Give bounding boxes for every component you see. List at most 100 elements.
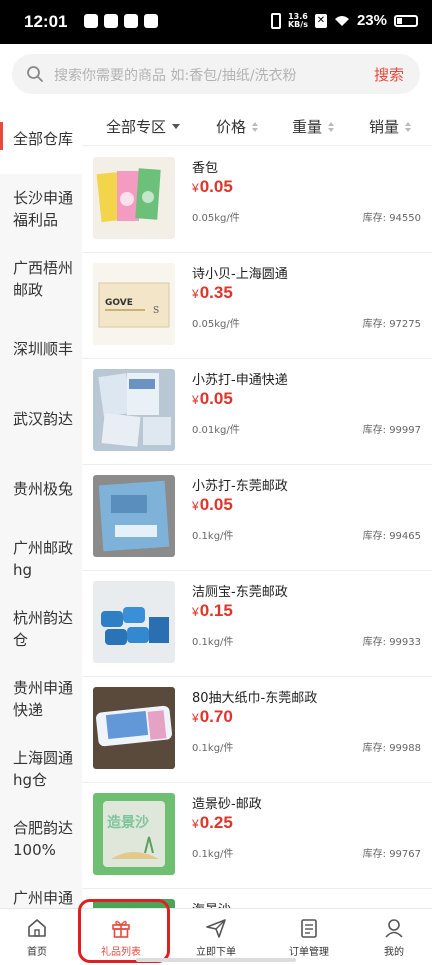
product-stock: 库存: 99933 xyxy=(362,637,421,648)
product-thumbnail xyxy=(93,157,175,239)
clipboard-icon xyxy=(301,919,317,938)
sidebar-item[interactable]: 广州邮政hg xyxy=(0,524,82,594)
baking-soda-bag-image xyxy=(98,480,170,552)
product-thumbnail xyxy=(93,687,175,769)
product-item[interactable]: 造景沙 造景砂-邮政 ¥0.25 0.1kg/件 库存: 99767 xyxy=(82,783,432,889)
sidebar-item[interactable]: 上海圆通hg仓 xyxy=(0,734,82,804)
app-notification-icon xyxy=(144,14,158,28)
search-icon xyxy=(27,66,43,82)
home-indicator[interactable] xyxy=(136,958,296,962)
sales-sort[interactable]: 销量 xyxy=(369,116,412,137)
battery-icon xyxy=(394,14,418,27)
sidebar-item[interactable]: 贵州申通快递 xyxy=(0,664,82,734)
notification-icons xyxy=(84,14,158,28)
product-unit-weight: 0.1kg/件 xyxy=(192,637,234,648)
sort-icon xyxy=(252,121,259,132)
status-right: 13.6 KB/s ✕ 23% xyxy=(270,11,418,29)
search-input[interactable]: 搜索你需要的商品 如:香包/抽纸/洗衣粉 搜索 xyxy=(12,54,420,94)
weight-sort[interactable]: 重量 xyxy=(292,116,335,137)
product-price: ¥0.70 xyxy=(192,707,233,726)
product-price: ¥0.25 xyxy=(192,813,233,832)
sidebar-item[interactable]: 贵州极兔 xyxy=(0,454,82,524)
no-sim-icon: ✕ xyxy=(314,13,327,28)
tab-highlight-annotation xyxy=(78,899,170,963)
sidebar-item[interactable]: 合肥韵达100% xyxy=(0,804,82,874)
landscape-sand-image: 造景沙 xyxy=(103,801,165,867)
search-bar: 搜索你需要的商品 如:香包/抽纸/洗衣粉 搜索 xyxy=(0,44,432,104)
product-item[interactable]: 80抽大纸巾-东莞邮政 ¥0.70 0.1kg/件 库存: 99988 xyxy=(82,677,432,783)
product-price: ¥0.35 xyxy=(192,283,233,302)
wifi-icon xyxy=(334,15,349,26)
product-name: 洁厕宝-东莞邮政 xyxy=(192,585,288,600)
caret-down-icon xyxy=(172,124,181,129)
product-name: 80抽大纸巾-东莞邮政 xyxy=(192,691,318,706)
tissue-box-image: GOVE S xyxy=(98,282,170,328)
product-name: 诗小贝-上海圆通 xyxy=(192,267,288,282)
product-price: ¥0.05 xyxy=(192,389,233,408)
sachet-image xyxy=(96,168,161,223)
product-unit-weight: 0.05kg/件 xyxy=(192,319,240,330)
product-name: 小苏打-申通快递 xyxy=(192,373,288,388)
send-icon xyxy=(206,919,226,938)
status-bar: 12:01 13.6 KB/s ✕ 23% xyxy=(0,0,432,44)
product-thumbnail: 造景沙 xyxy=(93,793,175,875)
wechat-icon xyxy=(104,14,118,28)
baking-soda-packets-image xyxy=(98,373,171,447)
zone-filter[interactable]: 全部专区 xyxy=(106,116,181,137)
app-notification-icon xyxy=(84,14,98,28)
home-icon xyxy=(28,919,46,937)
sidebar-item[interactable]: 深圳顺丰 xyxy=(0,314,82,384)
network-speed: 13.6 KB/s xyxy=(287,11,308,29)
product-stock: 库存: 99465 xyxy=(362,531,421,542)
product-unit-weight: 0.1kg/件 xyxy=(192,531,234,542)
sidebar-item[interactable]: 广州申通100% xyxy=(0,874,82,908)
product-price: ¥0.05 xyxy=(192,177,233,196)
app-notification-icon xyxy=(124,14,138,28)
sidebar-item[interactable]: 长沙申通福利品 xyxy=(0,174,82,244)
svg-text:造景沙: 造景沙 xyxy=(107,814,149,831)
product-item[interactable]: 洁厕宝-东莞邮政 ¥0.15 0.1kg/件 库存: 99933 xyxy=(82,571,432,677)
svg-text:S: S xyxy=(153,306,159,316)
warehouse-sidebar: 全部仓库 长沙申通福利品 广西梧州邮政 深圳顺丰 武汉韵达 贵州极兔 广州邮政h… xyxy=(0,104,82,908)
product-item[interactable]: 小苏打-申通快递 ¥0.05 0.01kg/件 库存: 99997 xyxy=(82,359,432,465)
product-item[interactable]: 小苏打-东莞邮政 ¥0.05 0.1kg/件 库存: 99465 xyxy=(82,465,432,571)
product-price: ¥0.15 xyxy=(192,601,233,620)
svg-text:GOVE: GOVE xyxy=(105,298,133,308)
product-stock: 库存: 99997 xyxy=(362,425,421,436)
sort-icon xyxy=(328,121,335,132)
product-thumbnail xyxy=(93,475,175,557)
product-name: 造景砂-邮政 xyxy=(192,797,262,812)
product-stock: 库存: 94550 xyxy=(362,213,421,224)
user-icon xyxy=(385,919,403,938)
battery-percent: 23% xyxy=(356,12,387,29)
product-unit-weight: 0.1kg/件 xyxy=(192,743,234,754)
tab-profile[interactable]: 我的 xyxy=(351,909,432,965)
product-stock: 库存: 97275 xyxy=(362,319,421,330)
tab-order-now[interactable]: 立即下单 xyxy=(173,909,259,965)
sidebar-item[interactable]: 武汉韵达 xyxy=(0,384,82,454)
product-name: 小苏打-东莞邮政 xyxy=(192,479,288,494)
product-price: ¥0.05 xyxy=(192,495,233,514)
product-stock: 库存: 99767 xyxy=(362,849,421,860)
tab-order-management[interactable]: 订单管理 xyxy=(266,909,352,965)
sidebar-item[interactable]: 杭州韵达仓 xyxy=(0,594,82,664)
product-thumbnail xyxy=(93,369,175,451)
search-button[interactable]: 搜索 xyxy=(374,64,404,85)
price-sort[interactable]: 价格 xyxy=(216,116,259,137)
product-thumbnail: GOVE S xyxy=(93,263,175,345)
product-unit-weight: 0.1kg/件 xyxy=(192,849,234,860)
tab-home[interactable]: 首页 xyxy=(0,909,80,965)
filter-bar: 全部专区 价格 重量 销量 xyxy=(82,104,432,146)
product-item[interactable]: GOVE S 诗小贝-上海圆通 ¥0.35 0.05kg/件 库存: 97275 xyxy=(82,253,432,359)
product-name: 香包 xyxy=(192,161,219,176)
sort-icon xyxy=(405,121,412,132)
product-item[interactable]: 香包 ¥0.05 0.05kg/件 库存: 94550 xyxy=(82,147,432,253)
sidebar-item[interactable]: 广西梧州邮政 xyxy=(0,244,82,314)
sidebar-item-all-warehouses[interactable]: 全部仓库 xyxy=(0,104,82,174)
product-thumbnail xyxy=(93,581,175,663)
search-placeholder: 搜索你需要的商品 如:香包/抽纸/洗衣粉 xyxy=(54,68,297,84)
product-name: 海景沙 xyxy=(192,899,231,908)
product-list: 香包 ¥0.05 0.05kg/件 库存: 94550 GOVE S 诗小贝-上… xyxy=(82,147,432,908)
product-unit-weight: 0.01kg/件 xyxy=(192,425,240,436)
bottom-tab-bar: 首页 礼品列表 立即下单 订单管理 我的 xyxy=(0,908,432,964)
